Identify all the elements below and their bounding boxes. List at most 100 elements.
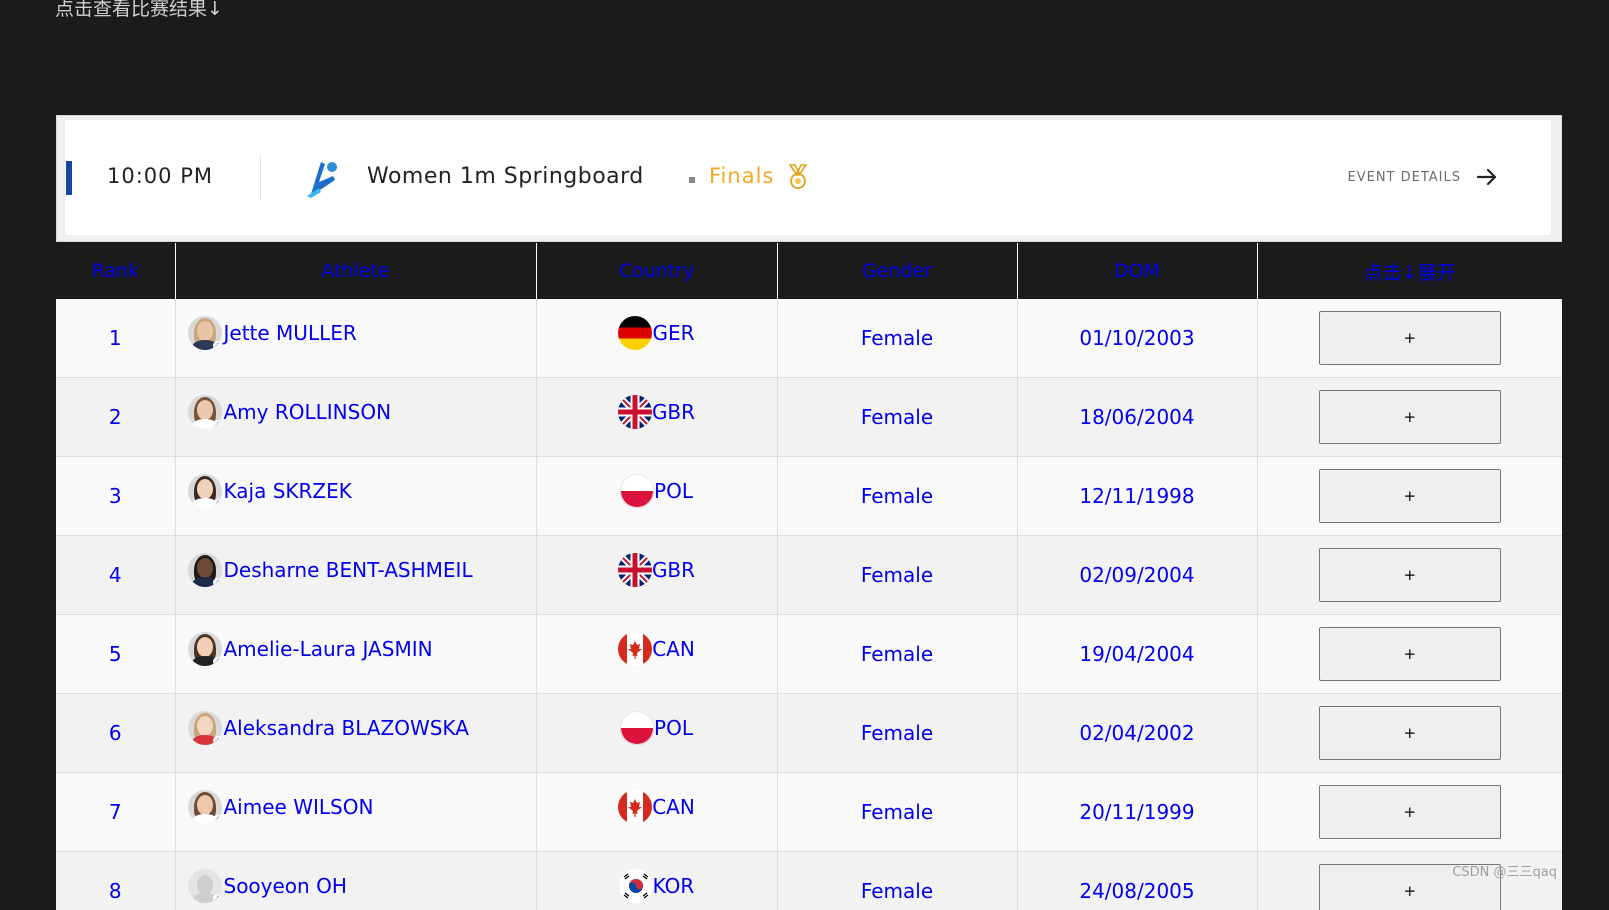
watermark: CSDN @三三qaq [1452, 865, 1557, 880]
country-code: GBR [651, 399, 696, 424]
athlete-name-link[interactable]: Kaja SKRZEK [224, 479, 352, 503]
athlete-cell: ↗ Desharne BENT-ASHMEIL [175, 535, 537, 615]
athlete-name-link[interactable]: Aimee WILSON [224, 795, 374, 819]
arrow-right-icon[interactable] [1475, 166, 1499, 188]
dob-cell: 12/11/1998 [1017, 456, 1258, 536]
country-code: POL [654, 478, 693, 503]
dob-cell: 18/06/2004 [1017, 377, 1258, 457]
athlete-avatar: ↗ [187, 552, 222, 587]
athlete-name-link[interactable]: Desharne BENT-ASHMEIL [224, 558, 473, 582]
dob-cell: 24/08/2005 [1017, 851, 1258, 910]
rank-cell: 3 [56, 456, 176, 536]
accent-bar [66, 161, 72, 195]
country-cell: POL [536, 456, 778, 536]
table-row: 4 ↗ Desharne BENT-ASHMEIL GBR Female 02/… [56, 535, 1562, 615]
athlete-avatar: ↗ [187, 710, 222, 745]
table-row: 8 ↗ Sooyeon OH KOR Female 24/08/2005 + [56, 851, 1562, 910]
athlete-avatar: ↗ [187, 631, 222, 666]
expand-button[interactable]: + [1318, 627, 1501, 681]
expand-button[interactable]: + [1318, 390, 1501, 444]
expand-cell: + [1257, 299, 1562, 378]
athlete-cell: ↗ Amelie-Laura JASMIN [175, 614, 537, 694]
athlete-name-link[interactable]: Amelie-Laura JASMIN [224, 637, 433, 661]
table-header-row: Rank Athlete Country Gender DOM 点击↓展开 [56, 243, 1562, 299]
link-icon: ↗ [212, 814, 222, 824]
link-icon: ↗ [212, 419, 222, 429]
country-cell: GBR [536, 377, 778, 457]
athlete-cell: ↗ Aimee WILSON [175, 772, 537, 852]
expand-button[interactable]: + [1318, 311, 1501, 365]
dob-cell: 02/04/2002 [1017, 693, 1258, 773]
athlete-avatar: ↗ [187, 315, 222, 350]
table-row: 1 ↗ Jette MULLER GER Female 01/10/2003 + [56, 299, 1562, 378]
dob-cell: 01/10/2003 [1017, 299, 1258, 378]
link-icon: ↗ [212, 893, 222, 903]
medal-icon [788, 164, 808, 189]
flag-kor-icon [618, 868, 653, 903]
table-row: 5 ↗ Amelie-Laura JASMIN CAN Female 19/04… [56, 614, 1562, 694]
flag-pol-icon [620, 473, 655, 508]
country-code: KOR [652, 873, 695, 898]
event-details-link[interactable]: EVENT DETAILS [1348, 170, 1462, 185]
results-table: Rank Athlete Country Gender DOM 点击↓展开 1 [56, 243, 1562, 910]
table-row: 7 ↗ Aimee WILSON CAN Female 20/11/1999 + [56, 772, 1562, 852]
country-code: GER [652, 320, 695, 345]
gender-cell: Female [777, 772, 1018, 852]
column-header-country[interactable]: Country [536, 243, 778, 299]
gender-cell: Female [777, 693, 1018, 773]
athlete-cell: ↗ Jette MULLER [175, 299, 537, 378]
diving-icon [307, 162, 337, 198]
country-cell: POL [536, 693, 778, 773]
flag-gbr-icon [617, 552, 652, 587]
event-time: 10:00 PM [107, 164, 213, 188]
country-cell: CAN [536, 614, 778, 694]
country-cell: KOR [536, 851, 778, 910]
expand-button[interactable]: + [1318, 785, 1501, 839]
event-card: 10:00 PM Women 1m Springboard Finals EVE… [56, 115, 1562, 242]
rank-cell: 4 [56, 535, 176, 615]
top-note: 点击查看比赛结果↓ [55, 0, 223, 20]
link-icon: ↗ [212, 656, 222, 666]
athlete-name-link[interactable]: Sooyeon OH [224, 874, 347, 898]
expand-button[interactable]: + [1318, 548, 1501, 602]
athlete-cell: ↗ Sooyeon OH [175, 851, 537, 910]
country-code: GBR [651, 557, 696, 582]
gender-cell: Female [777, 851, 1018, 910]
expand-cell: + [1257, 535, 1562, 615]
link-icon: ↗ [212, 735, 222, 745]
gender-cell: Female [777, 456, 1018, 536]
rank-cell: 5 [56, 614, 176, 694]
gender-cell: Female [777, 535, 1018, 615]
expand-cell: + [1257, 614, 1562, 694]
expand-cell: + [1257, 693, 1562, 773]
column-header-rank[interactable]: Rank [56, 243, 176, 299]
athlete-avatar: ↗ [187, 789, 222, 824]
rank-cell: 1 [56, 299, 176, 378]
flag-can-icon [618, 631, 653, 666]
athlete-name-link[interactable]: Aleksandra BLAZOWSKA [224, 716, 469, 740]
column-header-dob[interactable]: DOM [1017, 243, 1258, 299]
expand-button[interactable]: + [1318, 706, 1501, 760]
dob-cell: 02/09/2004 [1017, 535, 1258, 615]
column-header-athlete[interactable]: Athlete [175, 243, 537, 299]
column-header-expand[interactable]: 点击↓展开 [1257, 243, 1562, 299]
column-header-gender[interactable]: Gender [777, 243, 1018, 299]
event-card-inner: 10:00 PM Women 1m Springboard Finals EVE… [65, 120, 1551, 235]
link-icon: ↗ [212, 340, 222, 350]
gender-cell: Female [777, 299, 1018, 378]
flag-can-icon [618, 789, 653, 824]
athlete-name-link[interactable]: Amy ROLLINSON [224, 400, 392, 424]
expand-cell: + [1257, 377, 1562, 457]
athlete-cell: ↗ Amy ROLLINSON [175, 377, 537, 457]
athlete-avatar: ↗ [187, 394, 222, 429]
country-cell: GBR [536, 535, 778, 615]
country-cell: CAN [536, 772, 778, 852]
rank-cell: 2 [56, 377, 176, 457]
country-code: CAN [652, 794, 695, 819]
expand-button[interactable]: + [1318, 469, 1501, 523]
athlete-name-link[interactable]: Jette MULLER [224, 321, 357, 345]
link-icon: ↗ [212, 498, 222, 508]
flag-pol-icon [620, 710, 655, 745]
country-cell: GER [536, 299, 778, 378]
gender-cell: Female [777, 377, 1018, 457]
